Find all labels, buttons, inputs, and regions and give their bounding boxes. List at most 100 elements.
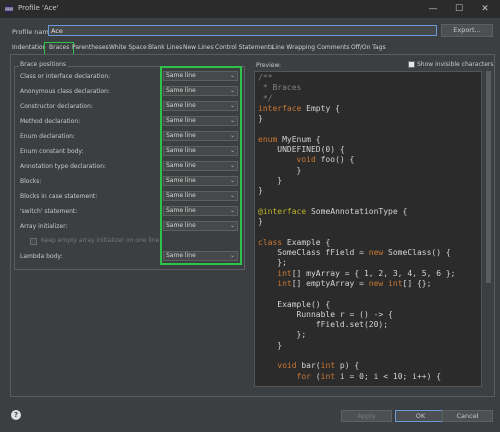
option-label-lambda-body: Lambda body: [20, 253, 63, 260]
help-icon[interactable]: ? [11, 410, 21, 420]
tab-braces[interactable]: Braces [44, 42, 75, 54]
tab-blank-lines[interactable]: Blank Lines [148, 42, 182, 54]
code-token: } [258, 217, 263, 227]
code-token: int [277, 278, 292, 288]
combo-annotation-type[interactable]: Same line ⌄ [163, 161, 238, 171]
chevron-down-icon: ⌄ [229, 192, 235, 199]
tab-new-lines[interactable]: New Lines [183, 42, 214, 54]
combo-enum[interactable]: Same line ⌄ [163, 131, 238, 141]
apply-button[interactable]: Apply [341, 410, 392, 422]
tab-line-wrapping[interactable]: Line Wrapping [272, 42, 315, 54]
scrollbar-thumb[interactable] [486, 71, 491, 283]
code-line: } [258, 114, 455, 124]
code-token: class [258, 237, 283, 247]
keep-empty-array-label: Keep empty array initializer on one line [41, 237, 160, 244]
tab-white-space[interactable]: White Space [109, 42, 147, 54]
chevron-down-icon: ⌄ [229, 117, 235, 124]
preview-scrollbar[interactable] [485, 71, 492, 387]
code-token: * Braces [258, 83, 302, 93]
option-label-blocks-in-case: Blocks in case statement: [20, 193, 98, 200]
code-token: int [388, 278, 403, 288]
ok-button[interactable]: OK [395, 410, 446, 422]
combo-constructor[interactable]: Same line ⌄ [163, 101, 238, 111]
code-token: [] emptyArray = [291, 278, 369, 288]
code-line: int[] myArray = { 1, 2, 3, 4, 5, 6 }; [258, 269, 455, 279]
code-token: } [258, 175, 283, 185]
code-token: SomeAnnotationType { [306, 206, 408, 216]
profile-name-input[interactable] [48, 25, 437, 36]
code-text: /** * Braces */interface Empty {} enum M… [258, 73, 455, 382]
chevron-down-icon: ⌄ [229, 147, 235, 154]
export-button[interactable]: Export... [441, 24, 493, 37]
option-label-method: Method declaration: [20, 118, 81, 125]
option-label-annotation-type: Annotation type declaration: [20, 163, 106, 170]
option-label-switch-statement: 'switch' statement: [20, 208, 78, 215]
close-button[interactable]: ✕ [472, 0, 498, 18]
code-token: [] myArray = { 1, 2, 3, 4, 5, 6 }; [291, 268, 456, 278]
code-token: MyEnum { [277, 134, 321, 144]
code-token: [] {}; [402, 278, 432, 288]
tab-indentation[interactable]: Indentation [12, 42, 46, 54]
option-label-constructor: Constructor declaration: [20, 103, 93, 110]
code-line: void foo() { [258, 155, 455, 165]
combo-blocks-in-case[interactable]: Same line ⌄ [163, 191, 238, 201]
code-token: i = 0; i < 10; i++) { [335, 371, 442, 381]
code-line: } [258, 217, 455, 227]
maximize-button[interactable]: ☐ [446, 0, 472, 18]
show-invisible-checkbox[interactable] [408, 61, 415, 68]
cancel-button[interactable]: Cancel [442, 410, 493, 422]
code-token: SomeClass() { [383, 248, 451, 258]
code-token: p) { [335, 361, 360, 371]
tab-off-on-tags[interactable]: Off/On Tags [351, 42, 386, 54]
combo-blocks[interactable]: Same line ⌄ [163, 176, 238, 186]
option-label-enum: Enum declaration: [20, 133, 75, 140]
code-token: SomeClass fField = [258, 248, 369, 258]
combo-class-declaration[interactable]: Same line ⌄ [163, 71, 238, 81]
code-line: Example() { [258, 300, 455, 310]
code-line: } [258, 186, 455, 196]
code-preview[interactable]: /** * Braces */interface Empty {} enum M… [254, 71, 482, 387]
code-line: Runnable r = () -> { [258, 310, 455, 320]
tab-control-statements[interactable]: Control Statements [215, 42, 273, 54]
code-line: fField.set(20); [258, 320, 455, 330]
code-line: for (int i = 0; i < 10; i++) { [258, 372, 455, 382]
code-line: } [258, 176, 455, 186]
code-line: /** [258, 73, 455, 83]
minimize-button[interactable]: — [420, 0, 446, 18]
keep-empty-array-checkbox[interactable] [30, 238, 37, 245]
chevron-down-icon: ⌄ [229, 72, 235, 79]
code-line: }; [258, 330, 455, 340]
tab-comments[interactable]: Comments [317, 42, 350, 54]
chevron-down-icon: ⌄ [229, 222, 235, 229]
tab-bar: Indentation Braces Parentheses White Spa… [10, 42, 495, 54]
code-token: interface [258, 103, 302, 113]
combo-method[interactable]: Same line ⌄ [163, 116, 238, 126]
tab-parentheses[interactable]: Parentheses [72, 42, 109, 54]
code-line: UNDEFINED(0) { [258, 145, 455, 155]
code-token: Empty { [301, 103, 340, 113]
combo-lambda-body[interactable]: Same line ⌄ [163, 251, 238, 261]
combo-anonymous-class[interactable]: Same line ⌄ [163, 86, 238, 96]
combo-enum-constant-body[interactable]: Same line ⌄ [163, 146, 238, 156]
chevron-down-icon: ⌄ [229, 252, 235, 259]
code-token: enum [258, 134, 278, 144]
code-token: } [258, 114, 263, 124]
title-bar: Profile 'Ace' — ☐ ✕ [0, 0, 500, 18]
combo-switch-statement[interactable]: Same line ⌄ [163, 206, 238, 216]
code-token: } [258, 165, 302, 175]
code-token: }; [258, 330, 307, 340]
code-token: Example { [282, 237, 331, 247]
code-line: int[] emptyArray = new int[] {}; [258, 279, 455, 289]
combo-array-initializer[interactable]: Same line ⌄ [163, 221, 238, 231]
code-line: void bar(int p) { [258, 361, 455, 371]
chevron-down-icon: ⌄ [229, 207, 235, 214]
code-token: int [320, 361, 336, 371]
brace-positions-title: Brace positions [19, 61, 68, 68]
